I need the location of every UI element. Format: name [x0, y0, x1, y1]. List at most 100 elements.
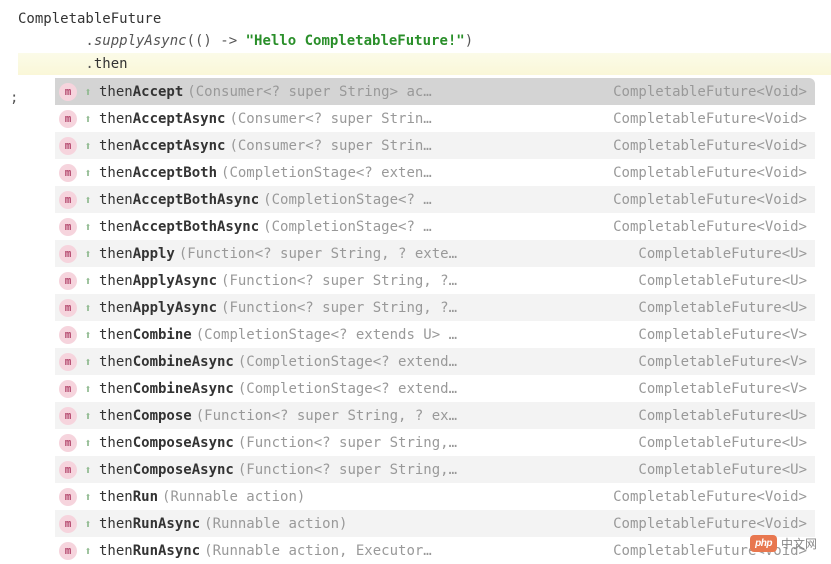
completion-item[interactable]: m⬆thenApplyAsync(Function<? super String…: [55, 267, 815, 294]
watermark-badge: php: [750, 535, 777, 552]
public-up-icon: ⬆: [81, 301, 95, 315]
completion-item-params: (Function<? super String, ? exte…: [179, 246, 627, 262]
public-up-icon: ⬆: [81, 139, 95, 153]
watermark: php 中文网: [750, 535, 817, 552]
completion-item[interactable]: m ⬆ thenApply(Function<? super String, ? e…: [55, 240, 815, 267]
completion-item-return-type: CompletableFuture<Void>: [605, 516, 807, 532]
completion-item-params: (Consumer<? super Strin…: [229, 138, 601, 154]
completion-item-name: thenRun: [99, 489, 158, 505]
completion-item-return-type: CompletableFuture<Void>: [605, 138, 807, 154]
code-line-1: CompletableFuture: [18, 8, 831, 30]
completion-item-name: thenRunAsync: [99, 516, 200, 532]
completion-item[interactable]: m⬆thenApplyAsync(Function<? super String…: [55, 294, 815, 321]
method-icon: m: [59, 326, 77, 344]
completion-item-return-type: CompletableFuture<Void>: [605, 165, 807, 181]
completion-item-params: (Runnable action): [204, 516, 601, 532]
watermark-text: 中文网: [781, 535, 817, 552]
method-icon: m: [59, 407, 77, 425]
completion-item-return-type: CompletableFuture<U>: [630, 273, 807, 289]
completion-item-params: (CompletionStage<? …: [263, 192, 601, 208]
completion-item-name: thenAcceptBoth: [99, 165, 217, 181]
completion-item-name: thenCompose: [99, 408, 192, 424]
completion-item[interactable]: m⬆thenCombineAsync(CompletionStage<? ext…: [55, 375, 815, 402]
completion-item[interactable]: m ⬆ thenAcceptBoth(CompletionStage<? exten…: [55, 159, 815, 186]
method-icon: m: [59, 353, 77, 371]
editor-code-area[interactable]: CompletableFuture .supplyAsync(() -> "He…: [0, 0, 831, 75]
completion-item[interactable]: m⬆thenComposeAsync(Function<? super Stri…: [55, 456, 815, 483]
code-semicolon: ;: [10, 90, 18, 106]
completion-item-name: thenApply: [99, 246, 175, 262]
method-icon: m: [59, 137, 77, 155]
code-line-3-active: .then: [18, 53, 831, 75]
completion-item-params: (Function<? super String, ? ex…: [196, 408, 627, 424]
completion-item-name: thenRunAsync: [99, 543, 200, 559]
completion-item-return-type: CompletableFuture<Void>: [605, 489, 807, 505]
public-up-icon: ⬆: [81, 85, 95, 99]
public-up-icon: ⬆: [81, 328, 95, 342]
public-up-icon: ⬆: [81, 436, 95, 450]
completion-item[interactable]: m ⬆ thenAcceptAsync(Consumer<? super Strin…: [55, 132, 815, 159]
method-icon: m: [59, 191, 77, 209]
completion-item-return-type: CompletableFuture<Void>: [605, 192, 807, 208]
public-up-icon: ⬆: [81, 247, 95, 261]
completion-item-name: thenComposeAsync: [99, 435, 234, 451]
completion-item-return-type: CompletableFuture<V>: [630, 327, 807, 343]
completion-item-params: (CompletionStage<? …: [263, 219, 601, 235]
public-up-icon: ⬆: [81, 544, 95, 558]
public-up-icon: ⬆: [81, 112, 95, 126]
completion-item[interactable]: m⬆thenCombineAsync(CompletionStage<? ext…: [55, 348, 815, 375]
completion-item[interactable]: m⬆thenRun(Runnable action)CompletableFut…: [55, 483, 815, 510]
completion-item-name: thenCombineAsync: [99, 381, 234, 397]
completion-item-name: thenComposeAsync: [99, 462, 234, 478]
method-icon: m: [59, 434, 77, 452]
completion-item-params: (CompletionStage<? exten…: [221, 165, 601, 181]
method-icon: m: [59, 218, 77, 236]
completion-item-name: thenCombine: [99, 327, 192, 343]
completion-item[interactable]: m ⬆ thenCompose(Function<? super String, ?…: [55, 402, 815, 429]
completion-item-name: thenApplyAsync: [99, 273, 217, 289]
method-icon: m: [59, 164, 77, 182]
completion-item[interactable]: m⬆thenRunAsync(Runnable action, Executor…: [55, 537, 815, 564]
method-icon: m: [59, 461, 77, 479]
completion-item-return-type: CompletableFuture<V>: [630, 381, 807, 397]
public-up-icon: ⬆: [81, 355, 95, 369]
public-up-icon: ⬆: [81, 382, 95, 396]
method-icon: m: [59, 245, 77, 263]
completion-item[interactable]: m⬆thenRunAsync(Runnable action)Completab…: [55, 510, 815, 537]
completion-item-params: (Function<? super String, ?…: [221, 300, 626, 316]
completion-item-name: thenAcceptAsync: [99, 138, 225, 154]
completion-item-name: thenAccept: [99, 84, 183, 100]
method-icon: m: [59, 515, 77, 533]
completion-item-params: (CompletionStage<? extend…: [238, 381, 627, 397]
completion-item-return-type: CompletableFuture<U>: [630, 462, 807, 478]
completion-item-params: (Function<? super String,…: [238, 462, 627, 478]
completion-item-name: thenAcceptBothAsync: [99, 192, 259, 208]
completion-item-return-type: CompletableFuture<U>: [630, 246, 807, 262]
completion-item-return-type: CompletableFuture<V>: [630, 354, 807, 370]
completion-item-name: thenCombineAsync: [99, 354, 234, 370]
completion-item-params: (Consumer<? super Strin…: [229, 111, 601, 127]
completion-item[interactable]: m ⬆ thenAcceptBothAsync(CompletionStage<? …: [55, 186, 815, 213]
completion-item-return-type: CompletableFuture<Void>: [605, 84, 807, 100]
public-up-icon: ⬆: [81, 220, 95, 234]
completion-item[interactable]: m ⬆ thenAcceptBothAsync(CompletionStage<? …: [55, 213, 815, 240]
completion-item-return-type: CompletableFuture<Void>: [605, 111, 807, 127]
public-up-icon: ⬆: [81, 166, 95, 180]
method-icon: m: [59, 110, 77, 128]
completion-item-params: (Consumer<? super String> ac…: [187, 84, 601, 100]
completion-item-name: thenAcceptBothAsync: [99, 219, 259, 235]
completion-item-params: (CompletionStage<? extends U> …: [196, 327, 627, 343]
completion-item[interactable]: m⬆thenComposeAsync(Function<? super Stri…: [55, 429, 815, 456]
completion-item-return-type: CompletableFuture<U>: [630, 435, 807, 451]
completion-item[interactable]: m ⬆ thenAccept(Consumer<? super String> ac…: [55, 78, 815, 105]
completion-item[interactable]: m ⬆ thenCombine(CompletionStage<? extends …: [55, 321, 815, 348]
completion-item[interactable]: m⬆thenAcceptAsync(Consumer<? super Strin…: [55, 105, 815, 132]
public-up-icon: ⬆: [81, 193, 95, 207]
completion-item-return-type: CompletableFuture<Void>: [605, 219, 807, 235]
public-up-icon: ⬆: [81, 409, 95, 423]
method-icon: m: [59, 83, 77, 101]
code-line-2: .supplyAsync(() -> "Hello CompletableFut…: [18, 30, 831, 52]
code-completion-popup[interactable]: m ⬆ thenAccept(Consumer<? super String> ac…: [55, 78, 815, 564]
completion-item-params: (Function<? super String, ?…: [221, 273, 626, 289]
completion-item-name: thenApplyAsync: [99, 300, 217, 316]
